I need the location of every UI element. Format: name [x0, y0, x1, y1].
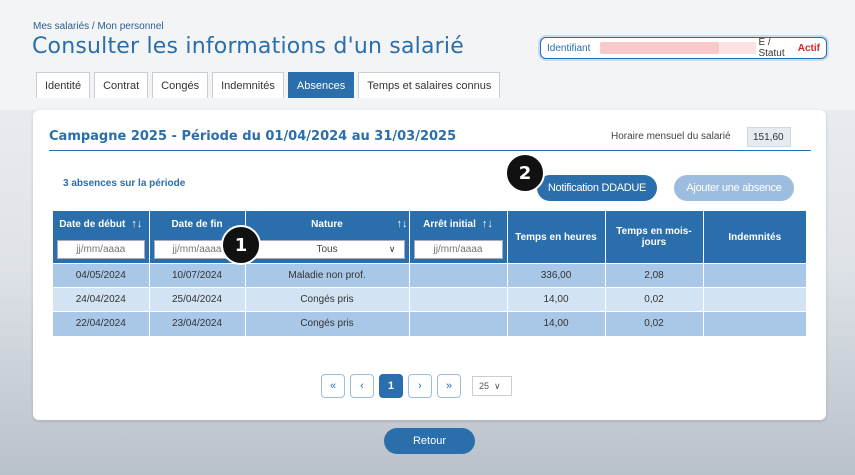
absences-table: Date de début ↑↓ Date de fin Nature ↑↓ Arr… — [53, 211, 806, 336]
tab-temps-salaires[interactable]: Temps et salaires connus — [358, 72, 501, 98]
first-page-button[interactable]: « — [321, 374, 345, 398]
status-badge: Actif — [797, 42, 820, 54]
add-absence-button[interactable]: Ajouter une absence — [674, 175, 794, 201]
cell-nature: Congés pris — [245, 311, 410, 336]
cell-arret-initial — [409, 287, 508, 312]
identity-box: Identifiant E / Statut Actif — [540, 37, 827, 59]
col-arret-initial[interactable]: Arrêt initial ↑↓ — [409, 211, 508, 237]
last-page-button[interactable]: » — [437, 374, 461, 398]
horaire-label: Horaire mensuel du salarié — [611, 131, 731, 142]
cell-date-fin: 23/04/2024 — [149, 311, 246, 336]
table-row[interactable]: 04/05/2024 10/07/2024 Maladie non prof. … — [53, 263, 806, 288]
filter-cell: Tous ∨ — [245, 237, 410, 264]
next-page-button[interactable]: › — [408, 374, 432, 398]
col-date-debut-label: Date de début — [59, 218, 126, 230]
chevron-down-icon: ∨ — [388, 244, 396, 254]
table-row[interactable]: 22/04/2024 23/04/2024 Congés pris 14,00 … — [53, 311, 806, 336]
table-row[interactable]: 24/04/2024 25/04/2024 Congés pris 14,00 … — [53, 287, 806, 312]
col-temps-heures: Temps en heures — [507, 211, 606, 264]
tab-bar: Identité Contrat Congés Indemnités Absen… — [36, 72, 504, 98]
cell-temps-mois-jours: 0,02 — [605, 287, 704, 312]
filter-cell — [53, 237, 150, 264]
cell-arret-initial — [409, 311, 508, 336]
cell-date-debut: 24/04/2024 — [53, 287, 150, 312]
prev-page-button[interactable]: ‹ — [350, 374, 374, 398]
cell-indemnites — [703, 311, 806, 336]
campaign-divider — [49, 150, 811, 151]
breadcrumb[interactable]: Mes salariés / Mon personnel — [33, 21, 164, 32]
sort-icon[interactable]: ↑↓ — [131, 218, 142, 230]
col-nature-label: Nature — [311, 218, 343, 230]
page-size-select[interactable]: 25 ∨ — [472, 376, 512, 396]
filter-date-debut-input[interactable] — [57, 240, 145, 259]
cell-nature: Maladie non prof. — [245, 263, 410, 288]
absence-count: 3 absences sur la période — [63, 178, 186, 189]
identity-status-label: E / Statut — [758, 37, 785, 59]
cell-date-debut: 22/04/2024 — [53, 311, 150, 336]
pagination: « ‹ 1 › » 25 ∨ — [321, 374, 512, 398]
col-temps-mois-jours: Temps en mois-jours — [605, 211, 704, 264]
current-page-button[interactable]: 1 — [379, 374, 403, 398]
cell-temps-heures: 336,00 — [507, 263, 606, 288]
cell-temps-heures: 14,00 — [507, 287, 606, 312]
col-nature[interactable]: Nature ↑↓ — [245, 211, 410, 237]
cell-date-fin: 25/04/2024 — [149, 287, 246, 312]
redacted-identifier — [600, 42, 720, 54]
col-date-fin-label: Date de fin — [171, 218, 223, 230]
cell-indemnites — [703, 263, 806, 288]
horaire-value: 151,60 — [747, 127, 791, 147]
cell-nature: Congés pris — [245, 287, 410, 312]
filter-nature-select[interactable]: Tous ∨ — [249, 240, 405, 259]
back-button[interactable]: Retour — [384, 428, 475, 454]
col-date-debut[interactable]: Date de début ↑↓ — [53, 211, 150, 237]
filter-cell — [409, 237, 508, 264]
cell-date-debut: 04/05/2024 — [53, 263, 150, 288]
tab-identite[interactable]: Identité — [36, 72, 91, 98]
page-title: Consulter les informations d'un salarié — [32, 34, 464, 59]
tab-contrat[interactable]: Contrat — [94, 72, 149, 98]
tab-indemnites[interactable]: Indemnités — [212, 72, 284, 98]
sort-icon[interactable]: ↑↓ — [482, 218, 493, 230]
page-size-value: 25 — [479, 381, 490, 391]
annotation-marker-2: 2 — [505, 153, 545, 193]
cell-date-fin: 10/07/2024 — [149, 263, 246, 288]
chevron-down-icon: ∨ — [494, 380, 501, 391]
cell-temps-heures: 14,00 — [507, 311, 606, 336]
filter-nature-value: Tous — [316, 244, 338, 255]
annotation-marker-1: 1 — [221, 225, 261, 265]
absences-card: Campagne 2025 - Période du 01/04/2024 au… — [33, 110, 826, 420]
sort-icon[interactable]: ↑↓ — [397, 218, 408, 230]
col-arret-initial-label: Arrêt initial — [423, 218, 476, 230]
cell-indemnites — [703, 287, 806, 312]
cell-arret-initial — [409, 263, 508, 288]
col-indemnites: Indemnités — [703, 211, 806, 264]
tab-absences[interactable]: Absences — [287, 72, 355, 98]
tab-conges[interactable]: Congés — [152, 72, 209, 98]
notification-ddadue-button[interactable]: Notification DDADUE — [537, 175, 657, 201]
filter-arret-initial-input[interactable] — [413, 240, 503, 259]
cell-temps-mois-jours: 0,02 — [605, 311, 704, 336]
campaign-title: Campagne 2025 - Période du 01/04/2024 au… — [49, 129, 457, 144]
identity-label: Identifiant — [547, 42, 591, 54]
redacted-identifier-tail — [719, 42, 757, 54]
cell-temps-mois-jours: 2,08 — [605, 263, 704, 288]
